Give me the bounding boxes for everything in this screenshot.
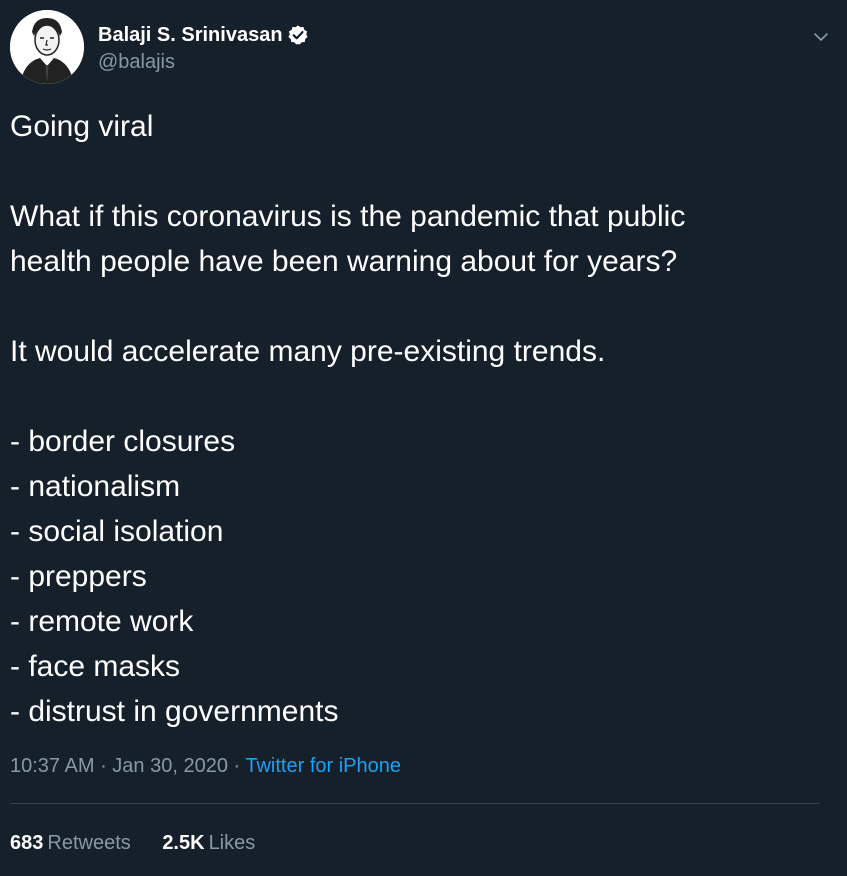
list-item: - preppers: [10, 560, 147, 593]
text-line: Going viral: [10, 110, 154, 143]
tweet-time[interactable]: 10:37 AM: [10, 755, 95, 777]
list-item: - distrust in governments: [10, 695, 339, 728]
text-line: What if this coronavirus is the pandemic…: [10, 200, 686, 233]
tweet: Balaji S. Srinivasan @balajis Going vira…: [0, 0, 847, 876]
likes-count: 2.5K: [162, 832, 205, 854]
chevron-down-icon[interactable]: [812, 28, 830, 46]
list-item: - face masks: [10, 650, 181, 683]
list-item: - border closures: [10, 425, 236, 458]
text-line: health people have been warning about fo…: [10, 245, 678, 278]
tweet-source-link[interactable]: Twitter for iPhone: [245, 755, 401, 777]
verified-badge-icon: [287, 24, 309, 46]
text-line: It would accelerate many pre-existing tr…: [10, 335, 606, 368]
likes-stat[interactable]: 2.5K Likes: [162, 829, 255, 857]
retweets-count: 683: [10, 832, 44, 854]
retweets-label: Retweets: [47, 832, 131, 854]
meta-separator: ·: [94, 755, 113, 777]
display-name[interactable]: Balaji S. Srinivasan: [98, 22, 283, 48]
list-item: - social isolation: [10, 515, 224, 548]
text-line: [10, 284, 830, 329]
avatar[interactable]: [10, 10, 84, 84]
list-item: - nationalism: [10, 470, 181, 503]
meta-separator: ·: [227, 755, 246, 777]
likes-label: Likes: [208, 832, 256, 854]
text-line: [10, 149, 830, 194]
retweets-stat[interactable]: 683 Retweets: [10, 829, 131, 857]
text-line: [10, 374, 830, 419]
tweet-stats: 683 Retweets 2.5K Likes: [10, 829, 281, 857]
handle[interactable]: @balajis: [98, 49, 309, 75]
name-row: Balaji S. Srinivasan: [98, 22, 309, 48]
author-block: Balaji S. Srinivasan @balajis: [98, 22, 309, 75]
tweet-header: Balaji S. Srinivasan @balajis: [10, 10, 830, 86]
tweet-date[interactable]: Jan 30, 2020: [112, 755, 228, 777]
divider: [10, 803, 820, 804]
list-item: - remote work: [10, 605, 194, 638]
tweet-text: Going viral What if this coronavirus is …: [10, 104, 830, 734]
tweet-meta: 10:37 AM · Jan 30, 2020 · Twitter for iP…: [10, 752, 401, 780]
